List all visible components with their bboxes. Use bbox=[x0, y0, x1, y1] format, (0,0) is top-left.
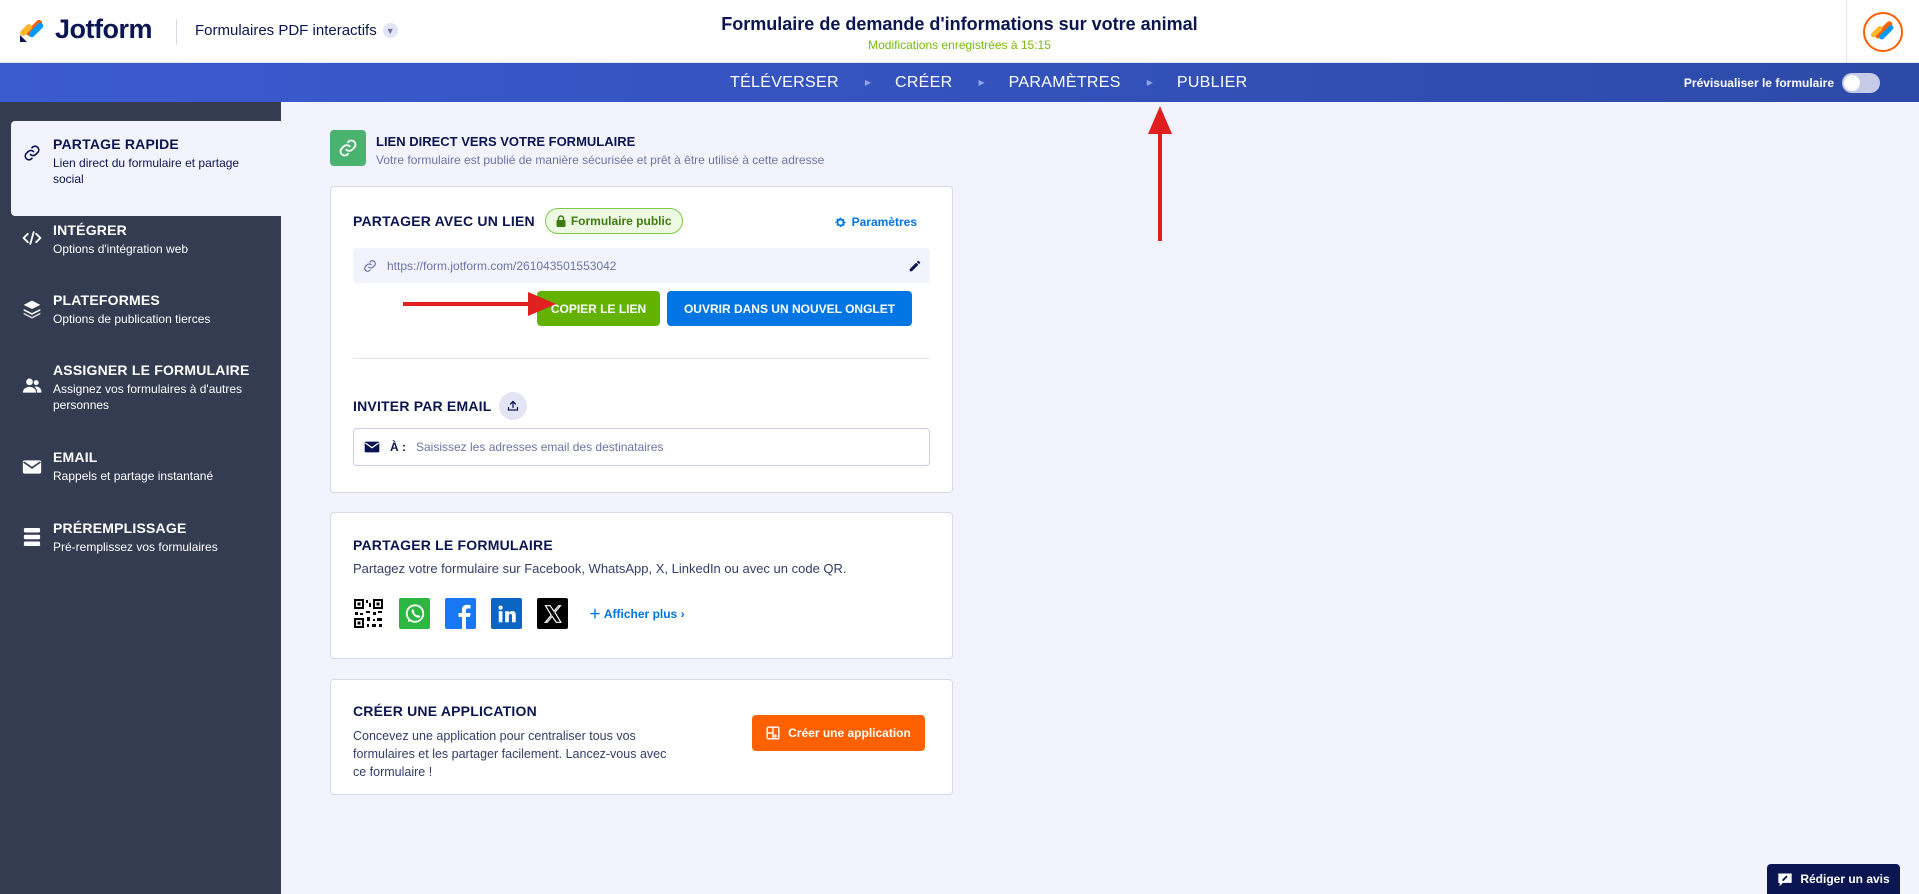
chevron-right-icon: ▶ bbox=[978, 78, 985, 87]
open-new-tab-button[interactable]: OUVRIR DANS UN NOUVEL ONGLET bbox=[667, 291, 912, 326]
publish-sidebar: PARTAGE RAPIDE Lien direct du formulaire… bbox=[0, 102, 281, 894]
share-link-title: PARTAGER AVEC UN LIEN bbox=[353, 213, 535, 229]
users-icon bbox=[22, 376, 42, 396]
builder-nav-bar: TÉLÉVERSER ▶ CRÉER ▶ PARAMÈTRES ▶ PUBLIE… bbox=[0, 63, 1919, 102]
facebook-icon[interactable] bbox=[445, 598, 476, 629]
top-header: Jotform Formulaires PDF interactifs ▼ Fo… bbox=[0, 0, 1919, 63]
avatar[interactable] bbox=[1863, 11, 1903, 52]
chevron-right-icon: ▶ bbox=[1146, 78, 1153, 87]
user-menu[interactable] bbox=[1846, 0, 1919, 63]
whatsapp-icon[interactable] bbox=[399, 598, 430, 629]
chevron-right-icon: ▶ bbox=[864, 78, 871, 87]
layers-icon bbox=[22, 299, 42, 319]
upload-icon[interactable] bbox=[499, 392, 528, 420]
sidebar-item-quick-share[interactable]: PARTAGE RAPIDE Lien direct du formulaire… bbox=[11, 121, 281, 216]
sidebar-item-title: PLATEFORMES bbox=[53, 292, 160, 308]
share-form-card: PARTAGER LE FORMULAIRE Partagez votre fo… bbox=[330, 512, 953, 659]
review-icon bbox=[1778, 873, 1792, 886]
tab-settings[interactable]: PARAMÈTRES bbox=[1009, 74, 1121, 92]
copy-link-button[interactable]: COPIER LE LIEN bbox=[537, 291, 660, 326]
email-recipient-field[interactable]: À : bbox=[353, 428, 930, 466]
link-icon bbox=[22, 143, 42, 163]
create-app-button[interactable]: Créer une application bbox=[752, 715, 925, 751]
avatar-icon bbox=[1870, 20, 1894, 39]
to-label: À : bbox=[390, 440, 406, 454]
write-review-label: Rédiger un avis bbox=[1800, 872, 1890, 886]
builder-tabs: TÉLÉVERSER ▶ CRÉER ▶ PARAMÈTRES ▶ PUBLIE… bbox=[730, 63, 1247, 102]
sidebar-item-title: PARTAGE RAPIDE bbox=[53, 136, 179, 152]
form-title-area: Formulaire de demande d'informations sur… bbox=[0, 14, 1919, 52]
form-url[interactable]: https://form.jotform.com/261043501553042 bbox=[387, 259, 900, 273]
create-app-desc: Concevez une application pour centralise… bbox=[353, 729, 667, 779]
share-form-desc: Partagez votre formulaire sur Facebook, … bbox=[353, 561, 847, 576]
sidebar-item-prefill[interactable]: PRÉREMPLISSAGE Pré-remplissez vos formul… bbox=[11, 520, 281, 555]
sidebar-item-embed[interactable]: INTÉGRER Options d'intégration web bbox=[11, 222, 281, 257]
invite-title: INVITER PAR EMAIL bbox=[353, 398, 492, 414]
share-settings-label: Paramètres bbox=[851, 215, 917, 229]
link-icon bbox=[330, 130, 366, 166]
create-app-card: CRÉER UNE APPLICATION Concevez une appli… bbox=[330, 679, 953, 795]
sidebar-item-desc: Options de publication tierces bbox=[53, 312, 211, 326]
public-form-badge[interactable]: Formulaire public bbox=[544, 208, 683, 234]
linkedin-icon[interactable] bbox=[491, 598, 522, 629]
x-twitter-icon[interactable] bbox=[537, 598, 568, 629]
form-title[interactable]: Formulaire de demande d'informations sur… bbox=[0, 14, 1919, 35]
write-review-button[interactable]: Rédiger un avis bbox=[1767, 864, 1900, 894]
link-icon bbox=[364, 259, 376, 272]
lock-icon bbox=[556, 215, 566, 227]
prefill-icon bbox=[22, 527, 42, 547]
show-more-link[interactable]: ＋ Afficher plus › bbox=[589, 605, 685, 622]
sidebar-item-desc: Rappels et partage instantané bbox=[53, 469, 214, 483]
sidebar-item-desc: Assignez vos formulaires à d'autres pers… bbox=[53, 382, 243, 412]
create-app-title: CRÉER UNE APPLICATION bbox=[353, 703, 537, 719]
direct-link-title: LIEN DIRECT VERS VOTRE FORMULAIRE bbox=[376, 134, 636, 149]
save-status: Modifications enregistrées à 15:15 bbox=[868, 38, 1051, 52]
envelope-icon bbox=[364, 441, 380, 453]
email-input[interactable] bbox=[416, 440, 929, 454]
preview-toggle[interactable] bbox=[1842, 72, 1880, 93]
publish-main: LIEN DIRECT VERS VOTRE FORMULAIRE Votre … bbox=[281, 102, 1919, 894]
gear-icon bbox=[835, 217, 846, 227]
sidebar-item-title: PRÉREMPLISSAGE bbox=[53, 520, 187, 536]
invite-heading: INVITER PAR EMAIL bbox=[353, 392, 528, 420]
create-app-label: Créer une application bbox=[788, 726, 911, 740]
sidebar-item-platforms[interactable]: PLATEFORMES Options de publication tierc… bbox=[11, 292, 281, 327]
share-link-heading: PARTAGER AVEC UN LIEN Formulaire public bbox=[353, 208, 683, 234]
sidebar-item-title: INTÉGRER bbox=[53, 222, 127, 238]
sidebar-item-assign-form[interactable]: ASSIGNER LE FORMULAIRE Assignez vos form… bbox=[11, 362, 281, 413]
sidebar-item-desc: Pré-remplissez vos formulaires bbox=[53, 540, 218, 554]
show-more-label: Afficher plus bbox=[603, 607, 678, 621]
share-form-title: PARTAGER LE FORMULAIRE bbox=[353, 537, 553, 553]
sidebar-item-desc: Options d'intégration web bbox=[53, 242, 189, 256]
preview-toggle-area: Prévisualiser le formulaire bbox=[1684, 63, 1880, 102]
social-share-row: ＋ Afficher plus › bbox=[353, 598, 685, 629]
direct-link-subtitle: Votre formulaire est publié de manière s… bbox=[376, 153, 825, 167]
sidebar-item-title: ASSIGNER LE FORMULAIRE bbox=[53, 362, 250, 378]
section-divider bbox=[353, 358, 930, 359]
tab-create[interactable]: CRÉER bbox=[895, 74, 953, 92]
code-icon bbox=[22, 228, 42, 248]
share-link-card: PARTAGER AVEC UN LIEN Formulaire public … bbox=[330, 186, 953, 493]
tab-publish[interactable]: PUBLIER bbox=[1177, 74, 1248, 92]
share-settings-link[interactable]: Paramètres bbox=[834, 215, 917, 229]
envelope-icon bbox=[22, 457, 42, 477]
form-url-field[interactable]: https://form.jotform.com/261043501553042 bbox=[353, 248, 930, 283]
app-icon bbox=[766, 726, 780, 740]
qr-code-icon[interactable] bbox=[353, 598, 384, 629]
public-form-label: Formulaire public bbox=[570, 214, 672, 228]
sidebar-item-email[interactable]: EMAIL Rappels et partage instantané bbox=[11, 449, 281, 484]
sidebar-item-title: EMAIL bbox=[53, 449, 98, 465]
pencil-icon[interactable] bbox=[900, 259, 930, 273]
direct-link-header: LIEN DIRECT VERS VOTRE FORMULAIRE Votre … bbox=[330, 130, 824, 167]
preview-label: Prévisualiser le formulaire bbox=[1683, 75, 1834, 90]
sidebar-item-desc: Lien direct du formulaire et partage soc… bbox=[53, 156, 240, 186]
tab-upload[interactable]: TÉLÉVERSER bbox=[730, 74, 839, 92]
